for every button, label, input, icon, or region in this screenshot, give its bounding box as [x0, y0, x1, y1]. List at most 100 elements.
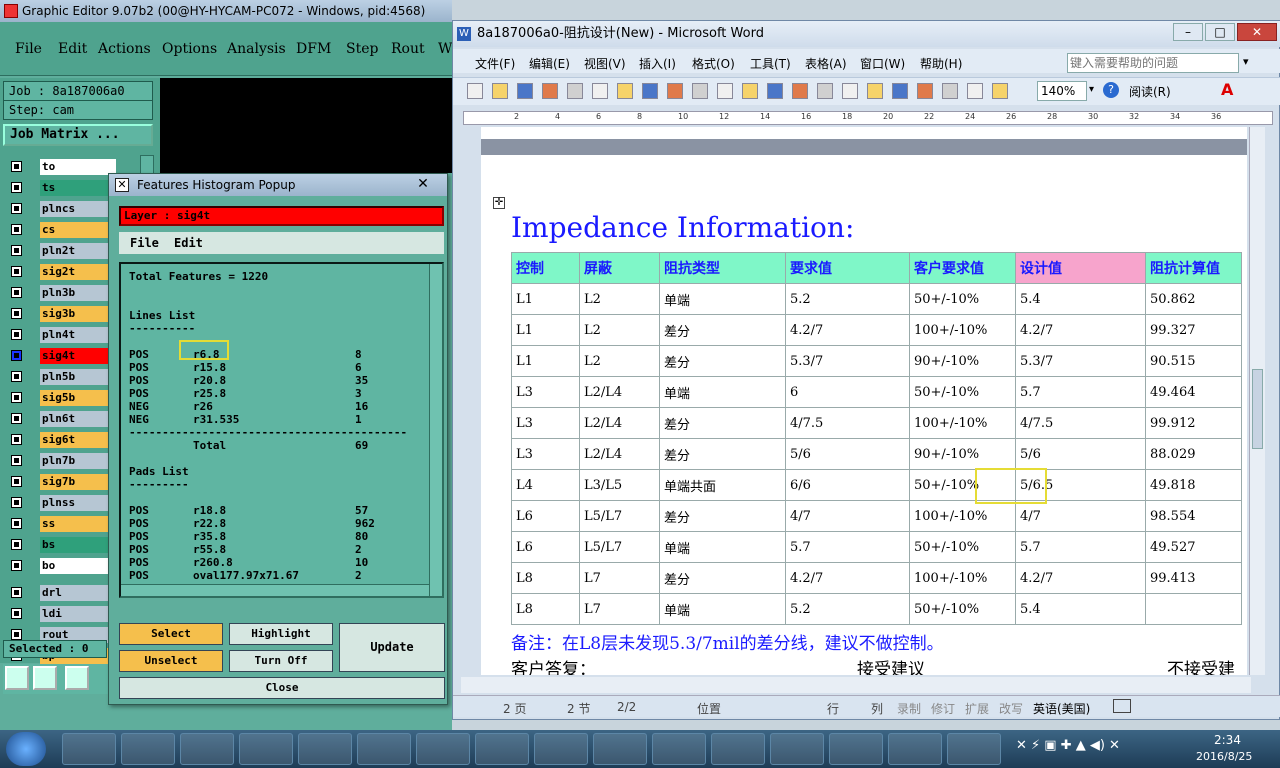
- copy-icon[interactable]: [717, 83, 733, 99]
- layer-name[interactable]: ldi: [40, 606, 116, 622]
- document-page[interactable]: ✛ Impedance Information: 控制 屏蔽 阻抗类型 要求值 客户要求…: [481, 127, 1247, 675]
- table-cell[interactable]: L1: [511, 283, 580, 315]
- layer-name[interactable]: sig4t: [40, 348, 116, 364]
- table-cell[interactable]: L1: [511, 345, 580, 377]
- layer-checkbox[interactable]: [11, 434, 22, 445]
- table-cell[interactable]: [1145, 593, 1242, 625]
- layer-name[interactable]: bs: [40, 537, 116, 553]
- pdf-app-taskbar-button[interactable]: [947, 733, 1001, 765]
- layer-checkbox[interactable]: [11, 392, 22, 403]
- word-menu-file[interactable]: 文件(F): [475, 55, 515, 72]
- tables-borders-icon[interactable]: [867, 83, 883, 99]
- layer-checkbox[interactable]: [11, 203, 22, 214]
- layer-name[interactable]: bo: [40, 558, 116, 574]
- table-cell[interactable]: 5.3/7: [1015, 345, 1146, 377]
- word-vscrollbar[interactable]: [1249, 127, 1265, 675]
- table-cell[interactable]: 100+/-10%: [909, 500, 1016, 532]
- help-dropdown-icon[interactable]: ▾: [1243, 55, 1249, 68]
- layer-checkbox[interactable]: [11, 245, 22, 256]
- layer-checkbox[interactable]: [11, 518, 22, 529]
- spelling-icon[interactable]: [642, 83, 658, 99]
- excel-app-1-taskbar-button[interactable]: [239, 733, 293, 765]
- popup-close-icon[interactable]: ✕: [402, 175, 444, 193]
- open-icon[interactable]: [492, 83, 508, 99]
- accept-option[interactable]: 接受建议: [857, 655, 925, 675]
- clock-time[interactable]: 2:34: [1214, 733, 1241, 747]
- table-cell[interactable]: 100+/-10%: [909, 314, 1016, 346]
- new-doc-icon[interactable]: [467, 83, 483, 99]
- turn-off-button[interactable]: Turn Off: [229, 650, 333, 672]
- word-menu-view[interactable]: 视图(V): [584, 55, 626, 72]
- table-cell[interactable]: L8: [511, 593, 580, 625]
- table-cell[interactable]: 5.7: [785, 531, 910, 563]
- ge-app-5-taskbar-button[interactable]: [829, 733, 883, 765]
- table-cell[interactable]: 差分: [659, 500, 786, 532]
- table-cell[interactable]: 5.7: [1015, 376, 1146, 408]
- table-cell[interactable]: L6: [511, 500, 580, 532]
- columns-icon[interactable]: [942, 83, 958, 99]
- table-cell[interactable]: 90.515: [1145, 345, 1242, 377]
- layer-checkbox[interactable]: [11, 161, 22, 172]
- table-cell[interactable]: L2/L4: [579, 438, 660, 470]
- table-cell[interactable]: L3: [511, 407, 580, 439]
- ge-app-4-taskbar-button[interactable]: [770, 733, 824, 765]
- status-ext[interactable]: 扩展: [965, 700, 989, 717]
- table-cell[interactable]: L7: [579, 593, 660, 625]
- status-trk[interactable]: 修订: [931, 700, 955, 717]
- ge-title-bar[interactable]: Graphic Editor 9.07b2 (00@HY-HYCAM-PC072…: [0, 0, 452, 22]
- table-cell[interactable]: 99.413: [1145, 562, 1242, 594]
- table-cell[interactable]: L4: [511, 469, 580, 501]
- layer-checkbox[interactable]: [11, 476, 22, 487]
- table-cell[interactable]: 5/6: [785, 438, 910, 470]
- paste-icon[interactable]: [742, 83, 758, 99]
- help-search-input[interactable]: [1067, 53, 1239, 73]
- word-app-taskbar-button[interactable]: [416, 733, 470, 765]
- status-language[interactable]: 英语(美国): [1033, 700, 1090, 717]
- horizontal-ruler[interactable]: 2 4 6 8 10 12 14 16 18 20 22 24 26 28 30 32 34 36: [463, 111, 1273, 125]
- print-preview-icon[interactable]: [617, 83, 633, 99]
- table-cell[interactable]: 5.4: [1015, 283, 1146, 315]
- histogram-hscrollbar[interactable]: [121, 584, 429, 596]
- hyperlink-icon[interactable]: [842, 83, 858, 99]
- research-icon[interactable]: [667, 83, 683, 99]
- layer-name[interactable]: ts: [40, 180, 116, 196]
- layer-checkbox[interactable]: [11, 329, 22, 340]
- camera-app-1-taskbar-button[interactable]: [475, 733, 529, 765]
- table-cell[interactable]: L1: [511, 314, 580, 346]
- doc-map-icon[interactable]: [992, 83, 1008, 99]
- table-cell[interactable]: L2: [579, 314, 660, 346]
- layer-name[interactable]: drl: [40, 585, 116, 601]
- tray-icons[interactable]: ✕ ⚡ ▣ ✚ ▲ ◀) ✕: [1016, 738, 1120, 753]
- ge-app-1-taskbar-button[interactable]: [593, 733, 647, 765]
- layer-checkbox[interactable]: [11, 287, 22, 298]
- table-cell[interactable]: 差分: [659, 345, 786, 377]
- table-cell[interactable]: 4.2/7: [1015, 314, 1146, 346]
- layer-checkbox[interactable]: [11, 371, 22, 382]
- table-cell[interactable]: 单端共面: [659, 469, 786, 501]
- table-cell[interactable]: 50.862: [1145, 283, 1242, 315]
- layer-checkbox[interactable]: [11, 266, 22, 277]
- layer-checkbox[interactable]: [11, 587, 22, 598]
- save-app-taskbar-button[interactable]: [180, 733, 234, 765]
- ge-menu-analysis[interactable]: Analysis: [227, 41, 286, 57]
- notes-app-taskbar-button[interactable]: [888, 733, 942, 765]
- layer-checkbox[interactable]: [11, 560, 22, 571]
- word-menu-edit[interactable]: 编辑(E): [529, 55, 570, 72]
- table-cell[interactable]: 88.029: [1145, 438, 1242, 470]
- layer-name[interactable]: plncs: [40, 201, 116, 217]
- clock-date[interactable]: 2016/8/25: [1196, 750, 1252, 763]
- table-cell[interactable]: 单端: [659, 283, 786, 315]
- ge-menu-edit[interactable]: Edit: [58, 41, 87, 57]
- read-mode-button[interactable]: 阅读(R): [1129, 83, 1171, 100]
- layer-name[interactable]: pln5b: [40, 369, 116, 385]
- scroll-thumb[interactable]: [1252, 369, 1263, 449]
- popup-menu-edit[interactable]: Edit: [174, 236, 203, 250]
- table-cell[interactable]: 90+/-10%: [909, 438, 1016, 470]
- reject-option[interactable]: 不接受建: [1167, 655, 1235, 675]
- table-cell[interactable]: 50+/-10%: [909, 283, 1016, 315]
- layer-name[interactable]: sig6t: [40, 432, 116, 448]
- table-cell[interactable]: 49.818: [1145, 469, 1242, 501]
- table-cell[interactable]: 5.2: [785, 283, 910, 315]
- word-menu-window[interactable]: 窗口(W): [860, 55, 905, 72]
- layer-name[interactable]: ss: [40, 516, 116, 532]
